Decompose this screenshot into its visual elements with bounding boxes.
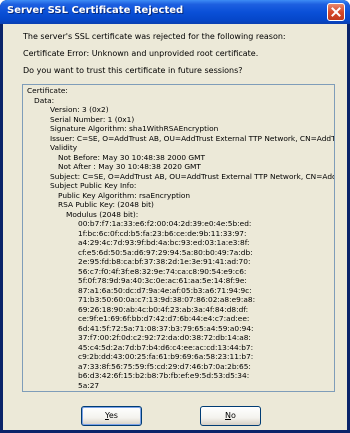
- certificate-line: 00:b7:f7:1a:33:e6:f2:00:04:2d:39:e0:4e:5…: [78, 219, 252, 228]
- certificate-line: a7:33:8f:56:75:59:f5:cd:29:d7:46:b7:0a:2…: [78, 361, 251, 371]
- certificate-line: 45:c4:5d:2a:7d:b7:b4:d6:c4:ee:ac:cd:13:4…: [78, 342, 254, 352]
- certificate-line: b6:d3:42:6f:15:b2:b8:7b:fb:ef:e9:5d:53:d…: [78, 371, 250, 380]
- certificate-line: Not Before: May 30 10:48:38 2000 GMT: [58, 152, 206, 162]
- certificate-line: Version: 3 (0x2): [50, 105, 109, 114]
- certificate-line: 5f:0f:78:9d:9a:40:3c:0e:ac:61:aa:5e:14:8…: [78, 276, 247, 285]
- certificate-error-text: Certificate Error: Unknown and unprovide…: [23, 49, 259, 58]
- yes-button-label: Yes: [105, 411, 118, 420]
- certificate-line: Subject Public Key Info:: [50, 181, 137, 190]
- certificate-line: Issuer: C=SE, O=AddTrust AB, OU=AddTrust…: [50, 133, 335, 143]
- certificate-line: ce:9f:e1:69:6f:bb:d7:42:d7:6b:44:e4:c7:a…: [78, 314, 250, 323]
- certificate-line: RSA Public Key: (2048 bit): [58, 200, 154, 209]
- certificate-line: 56:c7:f0:4f:3f:e8:32:9e:74:ca:c8:90:54:e…: [78, 266, 247, 276]
- certificate-line: Serial Number: 1 (0x1): [50, 114, 135, 124]
- certificate-line: 6d:41:5f:72:5a:71:08:37:b3:79:65:a4:59:a…: [78, 323, 254, 333]
- certificate-line: Signature Algorithm: sha1WithRSAEncrypti…: [50, 124, 219, 133]
- certificate-line: 2e:95:fd:b8:ca:bf:37:38:2d:1e:3e:91:41:a…: [78, 257, 251, 266]
- no-button[interactable]: No: [200, 406, 261, 426]
- window-title: Server SSL Certificate Rejected: [7, 5, 184, 16]
- trust-question-text: Do you want to trust this certificate in…: [23, 66, 243, 75]
- dialog-window: Server SSL Certificate Rejected The serv…: [0, 0, 350, 433]
- certificate-line: 87:a1:6a:50:dc:d7:9a:4e:af:05:b3:a6:71:9…: [78, 285, 252, 295]
- certificate-line: Subject: C=SE, O=AddTrust AB, OU=AddTrus…: [50, 171, 335, 181]
- certificate-line: Modulus (2048 bit):: [66, 209, 139, 219]
- certificate-line: cf:e5:6d:50:5a:d6:97:29:94:5a:80:b0:49:7…: [78, 247, 253, 257]
- yes-button[interactable]: Yes: [81, 406, 142, 426]
- certificate-line: Data:: [34, 95, 55, 105]
- certificate-line: c9:2b:dd:43:00:25:fa:61:b9:69:6a:58:23:1…: [78, 352, 254, 361]
- certificate-line: Exponent: 65537 (0x10001): [27, 390, 334, 391]
- certificate-line: 5a:27: [78, 380, 100, 390]
- certificate-line: Not After : May 30 10:48:38 2020 GMT: [58, 162, 201, 171]
- certificate-line: 1f:bc:6c:0f:cd:b5:fa:23:b6:ce:de:9b:11:3…: [78, 228, 247, 238]
- rejection-reason-text: The server's SSL certificate was rejecte…: [23, 32, 286, 41]
- close-icon: [331, 7, 341, 17]
- certificate-line: 71:b3:50:60:0a:c7:13:9d:38:07:86:02:a8:e…: [78, 295, 256, 304]
- certificate-line: a4:29:4c:7d:93:9f:bd:4a:bc:93:ed:03:1a:e…: [78, 238, 250, 247]
- certificate-line: Validity: [50, 143, 78, 152]
- no-button-label: No: [225, 411, 236, 420]
- close-button[interactable]: [327, 3, 345, 21]
- certificate-line: 69:26:18:90:ab:4c:b0:4f:23:ab:3a:4f:84:d…: [78, 304, 249, 314]
- title-bar[interactable]: Server SSL Certificate Rejected: [0, 0, 350, 24]
- certificate-line: Public Key Algorithm: rsaEncryption: [58, 190, 191, 200]
- dialog-body: The server's SSL certificate was rejecte…: [3, 24, 347, 430]
- certificate-details-box[interactable]: Certificate: Data: Version: 3 (0x2) Serial …: [22, 84, 335, 392]
- certificate-line: Certificate:: [27, 86, 68, 95]
- certificate-details-text: Certificate: Data: Version: 3 (0x2) Serial …: [27, 86, 334, 391]
- certificate-line: 37:f7:00:2f:0d:c2:92:72:da:d0:38:72:db:1…: [78, 333, 251, 342]
